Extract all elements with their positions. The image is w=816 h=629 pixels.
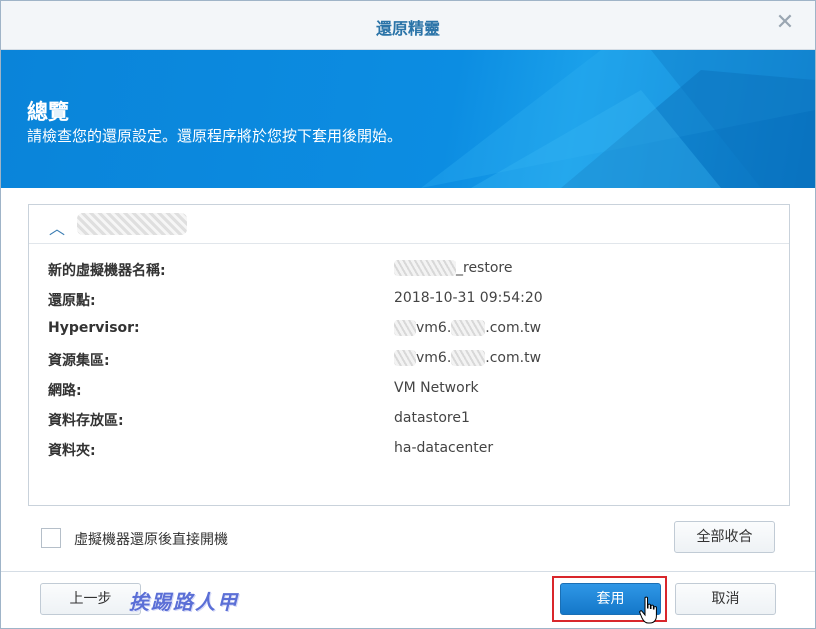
redacted-text xyxy=(394,260,456,276)
title-bar: 還原精靈 ✕ xyxy=(1,1,815,50)
page-subtitle: 請檢查您的還原設定。還原程序將於您按下套用後開始。 xyxy=(27,127,403,145)
row-label: 資源集區: xyxy=(48,353,110,369)
back-button[interactable]: 上一步 xyxy=(40,583,141,615)
row-value: 2018-10-31 09:54:20 xyxy=(394,290,543,306)
footer-divider xyxy=(1,571,815,572)
redacted-text xyxy=(451,350,486,366)
summary-row-resource-pool: 資源集區: vm6. .com.tw xyxy=(48,350,768,372)
row-label: 資料存放區: xyxy=(48,413,124,429)
row-label: 網路: xyxy=(48,383,82,399)
summary-row-network: 網路: VM Network xyxy=(48,380,768,402)
page-title: 總覽 xyxy=(27,100,69,124)
row-label: 新的虛擬機器名稱: xyxy=(48,263,166,279)
summary-row-folder: 資料夾: ha-datacenter xyxy=(48,440,768,462)
row-label: 資料夾: xyxy=(48,443,96,459)
close-icon[interactable]: ✕ xyxy=(773,11,797,35)
redacted-text xyxy=(451,320,486,336)
summary-panel-header: ︿ xyxy=(29,205,789,244)
redacted-text xyxy=(394,350,416,366)
row-value: ha-datacenter xyxy=(394,440,494,456)
summary-row-vm-name: 新的虛擬機器名稱: _restore xyxy=(48,260,768,282)
summary-row-restore-point: 還原點: 2018-10-31 09:54:20 xyxy=(48,290,768,312)
power-on-checkbox[interactable] xyxy=(41,528,61,548)
chevron-up-icon[interactable]: ︿ xyxy=(49,215,65,239)
row-value: _restore xyxy=(394,260,512,276)
row-value: vm6. .com.tw xyxy=(394,350,541,366)
row-label: 還原點: xyxy=(48,293,96,309)
row-value: vm6. .com.tw xyxy=(394,320,541,336)
row-label: Hypervisor: xyxy=(48,320,140,336)
redacted-vm-name xyxy=(77,213,187,235)
collapse-all-button[interactable]: 全部收合 xyxy=(674,521,775,553)
summary-panel: ︿ 新的虛擬機器名稱: _restore 還原點: 2018-10-31 09:… xyxy=(28,204,790,506)
summary-row-hypervisor: Hypervisor: vm6. .com.tw xyxy=(48,320,768,342)
banner-decoration xyxy=(421,50,815,188)
watermark-text: 挨踢路人甲 xyxy=(129,590,239,614)
summary-row-datastore: 資料存放區: datastore1 xyxy=(48,410,768,432)
header-banner: 總覽 請檢查您的還原設定。還原程序將於您按下套用後開始。 xyxy=(1,50,815,188)
power-on-label: 虛擬機器還原後直接開機 xyxy=(74,532,228,548)
restore-wizard-window: 還原精靈 ✕ 總覽 請檢查您的還原設定。還原程序將於您按下套用後開始。 ︿ 新的… xyxy=(0,0,816,629)
hand-cursor-icon xyxy=(639,596,657,624)
row-value: VM Network xyxy=(394,380,479,396)
redacted-text xyxy=(394,320,416,336)
window-title: 還原精靈 xyxy=(375,19,440,38)
row-value: datastore1 xyxy=(394,410,470,426)
cancel-button[interactable]: 取消 xyxy=(675,583,776,615)
